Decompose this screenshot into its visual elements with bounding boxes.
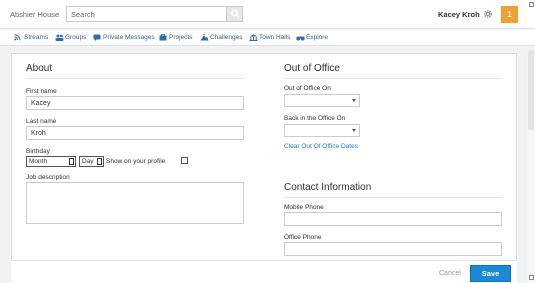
mobile-phone-label: Mobile Phone xyxy=(284,204,324,211)
search-button[interactable] xyxy=(226,7,242,21)
divider xyxy=(284,197,502,198)
first-name-label: First name xyxy=(26,88,57,95)
back-in-office-select[interactable] xyxy=(284,124,360,137)
nav-label: Town Halls xyxy=(259,34,291,41)
nav-item-projects[interactable]: Projects xyxy=(159,33,195,43)
birthday-label: Birthday xyxy=(26,148,50,155)
divider xyxy=(284,78,502,79)
notification-badge[interactable]: 1 xyxy=(501,6,518,23)
dropdown-icon xyxy=(69,158,74,165)
user-name[interactable]: Kacey Kroh xyxy=(438,10,480,19)
nav-item-challenges[interactable]: Challenges xyxy=(200,33,243,43)
search-input[interactable] xyxy=(67,7,227,21)
nav-label: Projects xyxy=(169,34,193,41)
search-box xyxy=(66,6,243,22)
gear-icon[interactable] xyxy=(482,8,494,20)
nav-label: Challenges xyxy=(210,34,243,41)
nav-item-groups[interactable]: Groups xyxy=(55,33,89,43)
save-button[interactable]: Save xyxy=(470,265,511,282)
nav-label: Explore xyxy=(306,34,329,41)
out-of-office-on-label: Out of Office On xyxy=(284,85,331,92)
dropdown-icon xyxy=(97,158,102,165)
show-on-profile-checkbox[interactable] xyxy=(181,157,188,164)
month-select[interactable]: Month xyxy=(26,156,76,167)
challenges-icon xyxy=(200,34,209,41)
job-description-field[interactable] xyxy=(26,182,244,224)
job-description-label: Job description xyxy=(26,174,70,181)
first-name-field[interactable] xyxy=(26,96,244,110)
cancel-button[interactable]: Cancel xyxy=(439,270,461,277)
nav-label: Private Messages xyxy=(103,34,155,41)
last-name-field[interactable] xyxy=(26,126,244,140)
day-select[interactable]: Day xyxy=(79,156,104,167)
last-name-label: Last name xyxy=(26,118,57,125)
nav-item-explore[interactable]: Explore xyxy=(296,33,330,43)
clear-out-of-office-link[interactable]: Clear Out Of Office Dates xyxy=(284,143,358,150)
back-in-office-label: Back in the Office On xyxy=(284,115,346,122)
top-bar: Abshier House Kacey Kroh 1 xyxy=(0,0,535,29)
nav-item-town-halls[interactable]: Town Halls xyxy=(249,33,291,43)
brand-name[interactable]: Abshier House xyxy=(10,10,59,19)
office-phone-field[interactable] xyxy=(284,242,502,256)
mobile-phone-field[interactable] xyxy=(284,212,502,226)
streams-icon xyxy=(14,34,21,41)
search-icon xyxy=(231,9,239,18)
divider xyxy=(26,78,244,79)
show-on-profile-label: Show on your profile xyxy=(106,158,166,165)
nav-bar: Streams Groups Private Messages Projects… xyxy=(0,30,535,46)
chevron-down-icon xyxy=(352,99,356,102)
nav-label: Groups xyxy=(65,34,87,41)
month-value: Month xyxy=(29,158,48,165)
office-phone-label: Office Phone xyxy=(284,234,322,241)
out-of-office-on-select[interactable] xyxy=(284,94,360,107)
scroll-up-handle[interactable] xyxy=(529,2,534,7)
message-icon xyxy=(93,34,101,41)
nav-item-streams[interactable]: Streams xyxy=(14,33,54,43)
projects-icon xyxy=(159,34,167,41)
about-heading: About xyxy=(26,63,53,74)
nav-label: Streams xyxy=(24,34,49,41)
out-of-office-heading: Out of Office xyxy=(284,63,340,74)
nav-item-private-messages[interactable]: Private Messages xyxy=(93,33,155,43)
groups-icon xyxy=(55,34,64,41)
binoculars-icon xyxy=(296,36,305,41)
chevron-down-icon xyxy=(352,129,356,132)
day-value: Day xyxy=(82,158,94,165)
town-hall-icon xyxy=(249,34,258,41)
contact-heading: Contact Information xyxy=(284,182,372,193)
scrollbar-thumb[interactable] xyxy=(528,50,534,130)
scroll-down-handle[interactable] xyxy=(529,275,534,280)
